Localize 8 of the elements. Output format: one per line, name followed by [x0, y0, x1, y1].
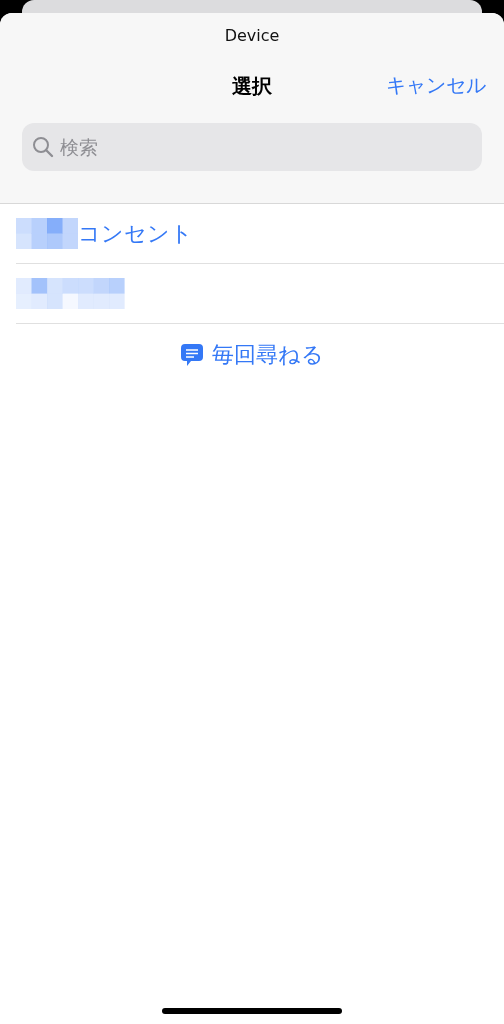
search-field[interactable]: 検索 [22, 123, 482, 171]
ask-every-time-button[interactable]: 毎回尋ねる [176, 338, 328, 372]
item-label: コンセント [78, 219, 193, 248]
cancel-button[interactable]: キャンセル [386, 72, 486, 99]
chat-bubble-icon [180, 343, 204, 367]
sheet-title: 選択 [232, 72, 272, 100]
sheet-subtitle: Device [223, 25, 281, 47]
list-item[interactable]: コンセント [16, 204, 504, 264]
